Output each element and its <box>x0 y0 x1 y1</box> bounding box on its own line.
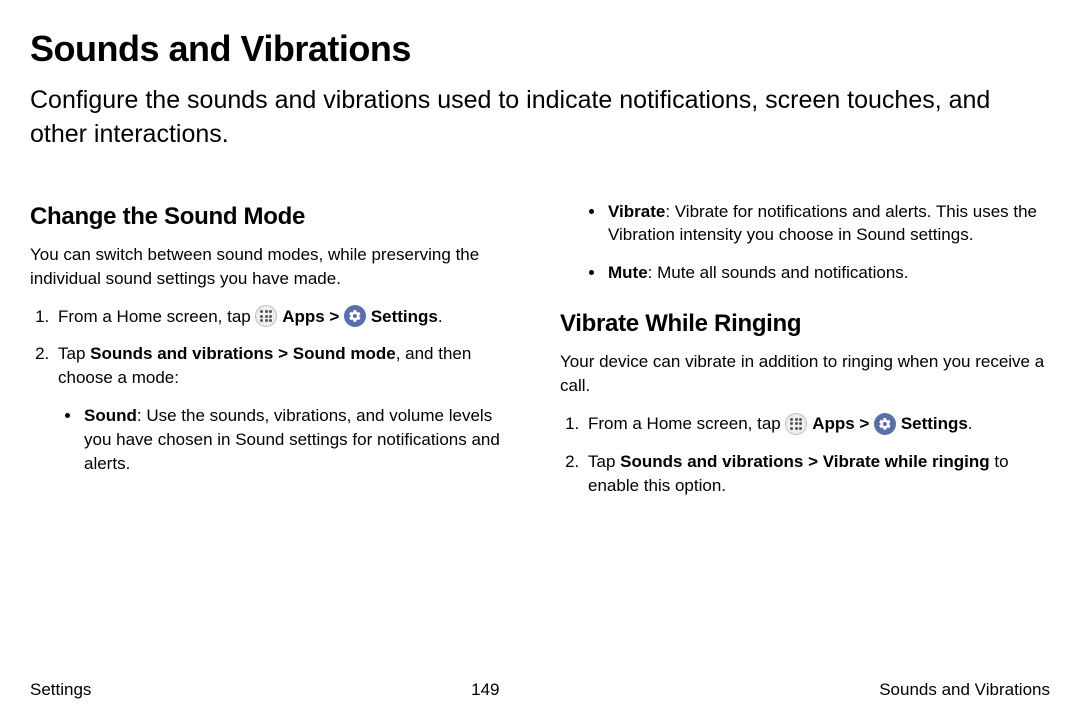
list-item: Vibrate: Vibrate for notifications and a… <box>606 200 1050 248</box>
step-item: Tap Sounds and vibrations > Vibrate whil… <box>584 450 1050 498</box>
mode-text: : Vibrate for notifications and alerts. … <box>608 202 1037 245</box>
mode-text: : Mute all sounds and notifications. <box>648 263 909 282</box>
page-title: Sounds and Vibrations <box>30 28 1050 70</box>
settings-icon <box>874 413 896 435</box>
apps-label: Apps <box>282 307 325 326</box>
left-column: Change the Sound Mode You can switch bet… <box>30 200 520 512</box>
content-columns: Change the Sound Mode You can switch bet… <box>30 200 1050 512</box>
mode-list-continued: Vibrate: Vibrate for notifications and a… <box>560 200 1050 285</box>
section-desc: You can switch between sound modes, whil… <box>30 243 520 291</box>
apps-icon <box>255 305 277 327</box>
section-heading-vibrate-ringing: Vibrate While Ringing <box>560 307 1050 341</box>
step-text: Tap <box>58 344 90 363</box>
footer-left: Settings <box>30 680 91 700</box>
footer-right: Sounds and Vibrations <box>879 680 1050 700</box>
mode-label: Mute <box>608 263 648 282</box>
step-bold: Sounds and vibrations > Vibrate while ri… <box>620 452 990 471</box>
steps-list: From a Home screen, tap Apps > Settings.… <box>30 305 520 476</box>
separator: > <box>325 307 344 326</box>
step-item: From a Home screen, tap Apps > Settings. <box>584 412 1050 436</box>
right-column: Vibrate: Vibrate for notifications and a… <box>560 200 1050 512</box>
step-text: From a Home screen, tap <box>58 307 255 326</box>
section-heading-sound-mode: Change the Sound Mode <box>30 200 520 234</box>
step-text: From a Home screen, tap <box>588 414 785 433</box>
settings-icon <box>344 305 366 327</box>
separator: > <box>855 414 874 433</box>
step-text: Tap <box>588 452 620 471</box>
footer-page-number: 149 <box>471 680 499 700</box>
mode-label: Sound <box>84 406 137 425</box>
step-item: Tap Sounds and vibrations > Sound mode, … <box>54 342 520 475</box>
list-item: Mute: Mute all sounds and notifications. <box>606 261 1050 285</box>
mode-label: Vibrate <box>608 202 665 221</box>
section-desc: Your device can vibrate in addition to r… <box>560 350 1050 398</box>
steps-list: From a Home screen, tap Apps > Settings.… <box>560 412 1050 497</box>
step-item: From a Home screen, tap Apps > Settings. <box>54 305 520 329</box>
period: . <box>968 414 973 433</box>
mode-text: : Use the sounds, vibrations, and volume… <box>84 406 500 473</box>
step-bold: Sounds and vibrations > Sound mode <box>90 344 396 363</box>
apps-label: Apps <box>812 414 855 433</box>
list-item: Sound: Use the sounds, vibrations, and v… <box>82 404 520 475</box>
mode-list: Sound: Use the sounds, vibrations, and v… <box>58 404 520 475</box>
period: . <box>438 307 443 326</box>
apps-icon <box>785 413 807 435</box>
page-intro: Configure the sounds and vibrations used… <box>30 84 1050 152</box>
settings-label: Settings <box>901 414 968 433</box>
settings-label: Settings <box>371 307 438 326</box>
page-footer: Settings 149 Sounds and Vibrations <box>30 680 1050 700</box>
